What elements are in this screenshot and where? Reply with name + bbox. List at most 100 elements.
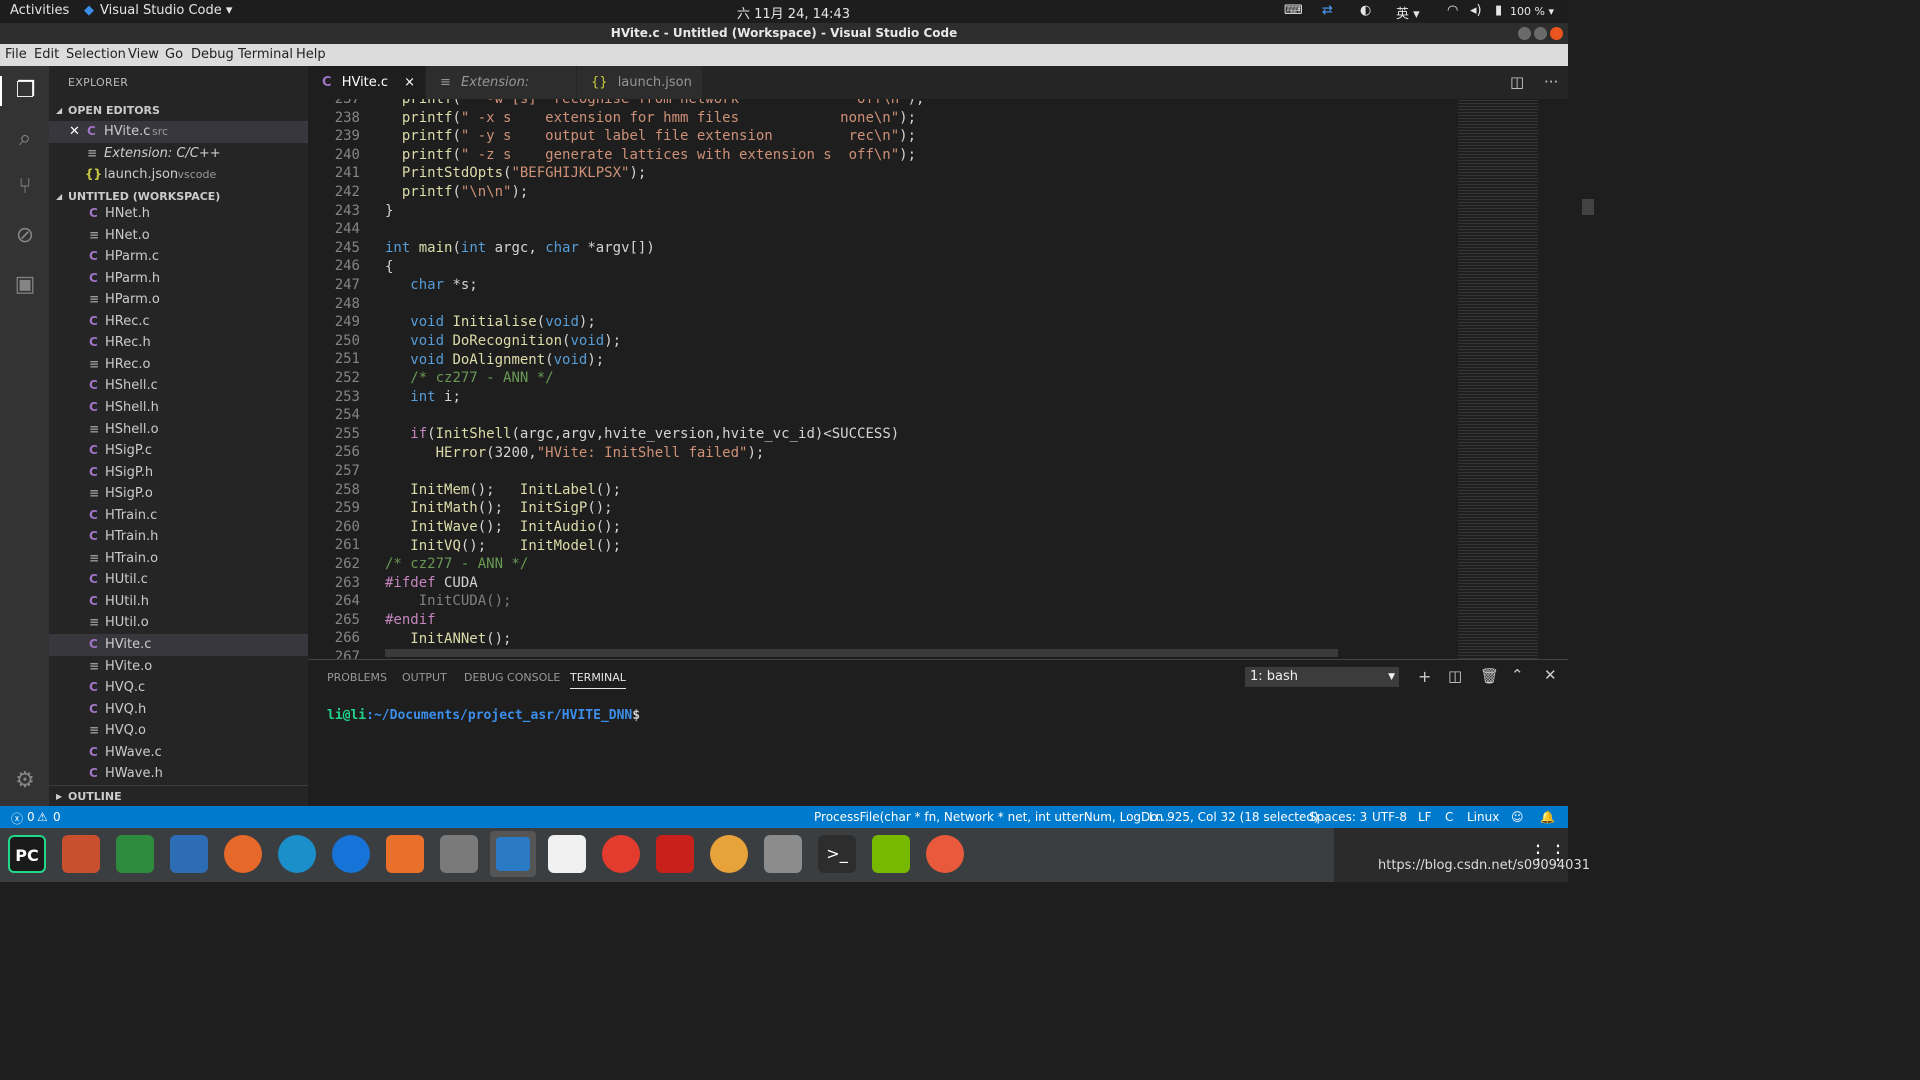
file-tree-item[interactable]: C HUtil.h bbox=[49, 591, 308, 613]
chrome-icon[interactable] bbox=[602, 835, 640, 873]
writer-icon[interactable] bbox=[170, 835, 208, 873]
calc-icon[interactable] bbox=[116, 835, 154, 873]
file-tree-item[interactable]: C HVQ.c bbox=[49, 677, 308, 699]
open-editor-item[interactable]: ≡ Extension: C/C++ bbox=[49, 143, 308, 165]
menu-selection[interactable]: Selection bbox=[66, 47, 126, 62]
indentation[interactable]: Spaces: 3 bbox=[1309, 810, 1367, 824]
split-terminal-icon[interactable]: ◫ bbox=[1448, 667, 1462, 685]
input-method[interactable]: 英 ▾ bbox=[1396, 3, 1420, 22]
file-tree-item[interactable]: C HSigP.h bbox=[49, 462, 308, 484]
file-tree-item[interactable]: ≡ HNet.o bbox=[49, 225, 308, 247]
file-tree-item[interactable]: C HRec.c bbox=[49, 311, 308, 333]
tab-extension-cpp[interactable]: ≡ Extension: C/C++ bbox=[426, 66, 576, 123]
split-editor-icon[interactable]: ◫ bbox=[1510, 73, 1524, 91]
vscode-dock-icon[interactable] bbox=[490, 831, 536, 877]
teamviewer-icon[interactable] bbox=[332, 835, 370, 873]
horizontal-scrollbar[interactable] bbox=[385, 649, 1338, 657]
file-tree-item[interactable]: C HUtil.c bbox=[49, 569, 308, 591]
code-editor[interactable]: 237 238 239 240 241 242 243 244 245 246 247 248 249 2… bbox=[308, 99, 1454, 659]
file-tree-item[interactable]: C HParm.h bbox=[49, 268, 308, 290]
minimize-button[interactable] bbox=[1518, 27, 1531, 40]
file-tree-item[interactable]: ≡ HParm.o bbox=[49, 289, 308, 311]
file-tree-item[interactable]: C HShell.c bbox=[49, 375, 308, 397]
close-window-button[interactable] bbox=[1550, 27, 1563, 40]
more-actions-icon[interactable]: ··· bbox=[1544, 73, 1558, 91]
file-tree-item[interactable]: C HShell.h bbox=[49, 397, 308, 419]
explorer-icon[interactable]: ❐ bbox=[0, 76, 49, 106]
text-editor-icon[interactable] bbox=[548, 835, 586, 873]
teamviewer-tray-icon[interactable]: ⇄ bbox=[1322, 3, 1333, 18]
tab-problems[interactable]: PROBLEMS bbox=[327, 671, 387, 684]
keyboard-icon[interactable]: ⌨ bbox=[1284, 3, 1303, 18]
error-count[interactable]: 0 bbox=[27, 810, 35, 824]
file-tree-item[interactable]: ≡ HRec.o bbox=[49, 354, 308, 376]
maximize-button[interactable] bbox=[1534, 27, 1547, 40]
spiral-app-icon[interactable] bbox=[710, 835, 748, 873]
activities-button[interactable]: Activities bbox=[10, 3, 69, 18]
line-endings[interactable]: LF bbox=[1418, 810, 1432, 824]
battery-level[interactable]: 100 % ▾ bbox=[1510, 5, 1554, 18]
bell-icon[interactable]: 🔔 bbox=[1540, 810, 1555, 824]
cursor-position[interactable]: Ln 925, Col 32 (18 selected) bbox=[1149, 810, 1319, 824]
open-editor-item[interactable]: ✕ C HVite.c src bbox=[49, 121, 308, 143]
impress-icon[interactable] bbox=[62, 835, 100, 873]
tab-terminal[interactable]: TERMINAL bbox=[570, 671, 626, 689]
current-function[interactable]: ProcessFile(char * fn, Network * net, in… bbox=[814, 810, 1169, 824]
nvidia-icon[interactable] bbox=[872, 835, 910, 873]
language-mode[interactable]: C bbox=[1445, 810, 1453, 824]
menu-help[interactable]: Help bbox=[296, 47, 326, 62]
clock[interactable]: 六 11月 24, 14:43 bbox=[737, 3, 850, 22]
tab-debug-console[interactable]: DEBUG CONSOLE bbox=[464, 671, 560, 684]
file-tree-item[interactable]: ≡ HVite.o bbox=[49, 656, 308, 678]
tray-icon[interactable]: ◐ bbox=[1360, 3, 1371, 18]
maximize-panel-icon[interactable]: ⌃ bbox=[1511, 666, 1524, 684]
extensions-icon[interactable]: ▣ bbox=[10, 270, 40, 300]
wifi-icon[interactable]: ◠ bbox=[1447, 3, 1458, 18]
pdf-reader-icon[interactable] bbox=[656, 835, 694, 873]
trash-icon[interactable]: 🗑 bbox=[1480, 667, 1499, 685]
close-icon[interactable]: × bbox=[404, 66, 415, 99]
tab-launch-json[interactable]: {} launch.json bbox=[577, 66, 702, 99]
menu-terminal[interactable]: Terminal bbox=[238, 47, 293, 62]
pycharm-icon[interactable]: PC bbox=[8, 835, 46, 873]
terminal-select[interactable]: 1: bash ▼ bbox=[1245, 667, 1399, 687]
volume-icon[interactable]: ◂) bbox=[1470, 3, 1482, 18]
source-control-icon[interactable]: ⑂ bbox=[10, 172, 40, 202]
open-editors-header[interactable]: ◢ OPEN EDITORS bbox=[49, 100, 308, 122]
calculator-icon[interactable] bbox=[764, 835, 802, 873]
tab-output[interactable]: OUTPUT bbox=[402, 671, 447, 684]
debug-icon[interactable]: ⊘ bbox=[10, 221, 40, 251]
file-tree-item[interactable]: ≡ HVQ.o bbox=[49, 720, 308, 742]
minimap[interactable] bbox=[1454, 99, 1594, 659]
software-center-icon[interactable] bbox=[386, 835, 424, 873]
file-tree-item[interactable]: ≡ HShell.o bbox=[49, 419, 308, 441]
menu-edit[interactable]: Edit bbox=[34, 47, 59, 62]
menu-go[interactable]: Go bbox=[165, 47, 183, 62]
warning-icon[interactable]: ⚠ bbox=[37, 810, 48, 824]
file-tree-item[interactable]: C HSigP.c bbox=[49, 440, 308, 462]
terminal-icon[interactable]: >_ bbox=[818, 835, 856, 873]
settings-gear-icon[interactable]: ⚙ bbox=[10, 766, 40, 796]
file-tree-item[interactable]: C HTrain.c bbox=[49, 505, 308, 527]
pencil-app-icon[interactable] bbox=[278, 835, 316, 873]
feedback-smiley-icon[interactable]: ☺ bbox=[1511, 810, 1524, 824]
file-tree-item[interactable]: C HVite.c bbox=[49, 634, 308, 656]
close-panel-icon[interactable]: ✕ bbox=[1544, 666, 1557, 684]
file-tree-item[interactable]: C HNet.h bbox=[49, 203, 308, 225]
file-tree-item[interactable]: C HRec.h bbox=[49, 332, 308, 354]
platform[interactable]: Linux bbox=[1467, 810, 1499, 824]
outline-header[interactable]: ▶ OUTLINE bbox=[49, 785, 308, 807]
pie-chart-app-icon[interactable] bbox=[926, 835, 964, 873]
warning-count[interactable]: 0 bbox=[53, 810, 61, 824]
file-tree-item[interactable]: C HVQ.h bbox=[49, 699, 308, 721]
file-tree-item[interactable]: ≡ HSigP.o bbox=[49, 483, 308, 505]
new-terminal-icon[interactable]: + bbox=[1418, 667, 1431, 686]
app-menu[interactable]: Visual Studio Code ▾ bbox=[100, 3, 232, 18]
menu-view[interactable]: View bbox=[128, 47, 159, 62]
file-tree-item[interactable]: C HWave.c bbox=[49, 742, 308, 764]
file-tree-item[interactable]: ≡ HTrain.o bbox=[49, 548, 308, 570]
tab-hvite-c[interactable]: C HVite.c × bbox=[308, 66, 425, 99]
file-tree-item[interactable]: C HParm.c bbox=[49, 246, 308, 268]
files-icon[interactable] bbox=[440, 835, 478, 873]
firefox-icon[interactable] bbox=[224, 835, 262, 873]
